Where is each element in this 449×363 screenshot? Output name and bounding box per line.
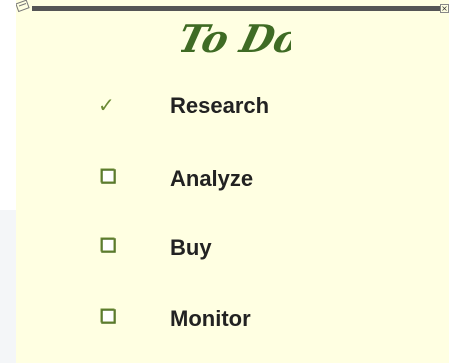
checkbox-icon[interactable]: [98, 235, 118, 259]
note-title: To Do: [181, 14, 291, 64]
checkmark-icon[interactable]: ✓: [98, 93, 118, 117]
checkbox-icon[interactable]: [98, 166, 118, 190]
todo-item-analyze[interactable]: Analyze: [96, 164, 436, 194]
todo-item-monitor[interactable]: Monitor: [96, 304, 436, 334]
checkbox-icon[interactable]: [98, 306, 118, 330]
todo-item-buy[interactable]: Buy: [96, 233, 436, 263]
title-text: To Do: [181, 18, 291, 62]
todo-item-label: Research: [170, 93, 270, 118]
todo-item-label: Analyze: [170, 166, 254, 191]
todo-item-label: Buy: [170, 235, 212, 260]
note-titlebar[interactable]: [16, 6, 449, 11]
close-icon[interactable]: ×: [440, 4, 449, 13]
todo-item-label: Monitor: [170, 306, 251, 331]
sticky-note: × To Do ✓ Research Analyze Buy Monitor: [16, 0, 449, 363]
note-menu-icon[interactable]: [16, 0, 32, 13]
todo-item-research[interactable]: ✓ Research: [96, 91, 436, 121]
